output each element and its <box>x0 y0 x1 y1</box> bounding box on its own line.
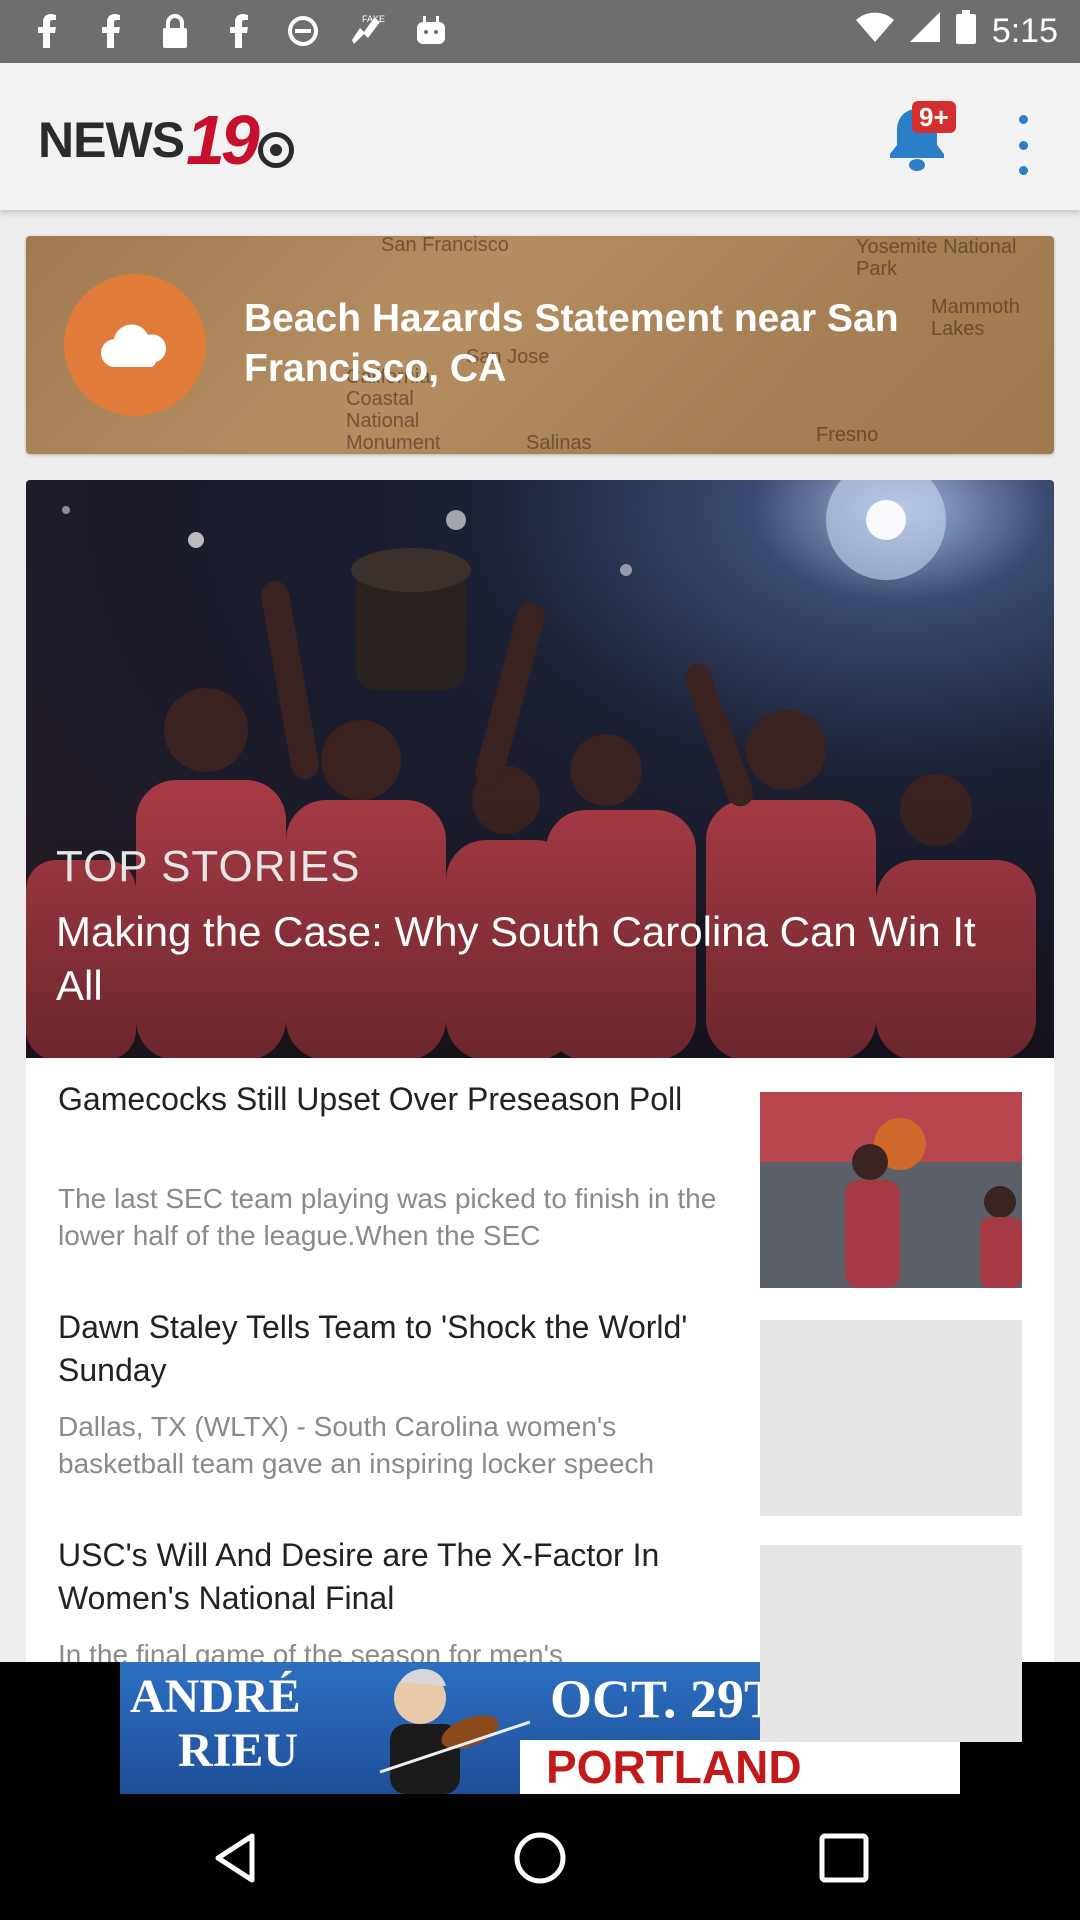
story-thumbnail[interactable] <box>760 1545 1022 1742</box>
system-nav-bar <box>0 1794 1080 1920</box>
weather-alert-title: Beach Hazards Statement near San Francis… <box>244 297 899 390</box>
lock-icon <box>156 12 194 50</box>
story-description: In the final game of the season for men'… <box>58 1639 563 1662</box>
map-label: San Francisco <box>381 236 509 256</box>
recents-icon[interactable] <box>816 1830 872 1886</box>
violinist-image <box>379 1668 530 1794</box>
map-label: Yosemite National Park <box>856 236 1017 280</box>
story-title: Gamecocks Still Upset Over Preseason Pol… <box>58 1081 683 1117</box>
list-item[interactable]: Gamecocks Still Upset Over Preseason Pol… <box>26 1058 1054 1288</box>
app-bar: NEWS 19 9+ <box>0 63 1080 210</box>
status-bar: FAKE 5:15 <box>0 0 1080 63</box>
facebook-icon <box>28 12 66 50</box>
svg-text:FAKE: FAKE <box>362 14 385 24</box>
notification-badge: 9+ <box>912 101 956 133</box>
clock: 5:15 <box>991 12 1058 50</box>
story-thumbnail[interactable] <box>760 1092 1022 1288</box>
top-story-hero[interactable]: TOP STORIES Making the Case: Why South C… <box>26 480 1054 1058</box>
notification-icons: FAKE <box>28 12 450 50</box>
news19-logo[interactable]: NEWS 19 <box>38 101 294 179</box>
facebook-icon <box>92 12 130 50</box>
battery-icon <box>955 10 976 53</box>
weather-alert-card[interactable]: San Francisco San Jose California Coasta… <box>26 236 1054 454</box>
back-icon[interactable] <box>208 1830 264 1886</box>
ad-city: PORTLAND <box>520 1740 960 1794</box>
ad-name: ANDRÉ RIEU <box>130 1670 301 1777</box>
content-feed[interactable]: San Francisco San Jose California Coasta… <box>0 210 1080 1662</box>
block-icon <box>284 12 322 50</box>
cbs-eye-icon <box>257 132 294 168</box>
map-label: Fresno <box>816 424 879 446</box>
overflow-menu-icon[interactable] <box>1008 115 1038 175</box>
cellular-icon <box>909 12 940 51</box>
story-thumbnail[interactable] <box>760 1320 1022 1516</box>
map-label: Salinas <box>526 432 592 454</box>
list-item[interactable]: Dawn Staley Tells Team to 'Shock the Wor… <box>26 1286 1054 1516</box>
wifi-icon <box>855 12 894 51</box>
cloud-icon <box>64 274 206 416</box>
hero-headline[interactable]: Making the Case: Why South Carolina Can … <box>56 905 1016 1013</box>
facebook-icon <box>220 12 258 50</box>
fake-gps-icon: FAKE <box>348 12 386 50</box>
section-label: TOP STORIES <box>56 842 361 891</box>
story-title: Dawn Staley Tells Team to 'Shock the Wor… <box>58 1309 688 1388</box>
story-description: The last SEC team playing was picked to … <box>58 1183 717 1251</box>
android-icon <box>412 12 450 50</box>
story-description: Dallas, TX (WLTX) - South Carolina women… <box>58 1411 655 1479</box>
status-right: 5:15 <box>855 10 1058 53</box>
home-icon[interactable] <box>512 1830 568 1886</box>
story-title: USC's Will And Desire are The X-Factor I… <box>58 1537 660 1616</box>
